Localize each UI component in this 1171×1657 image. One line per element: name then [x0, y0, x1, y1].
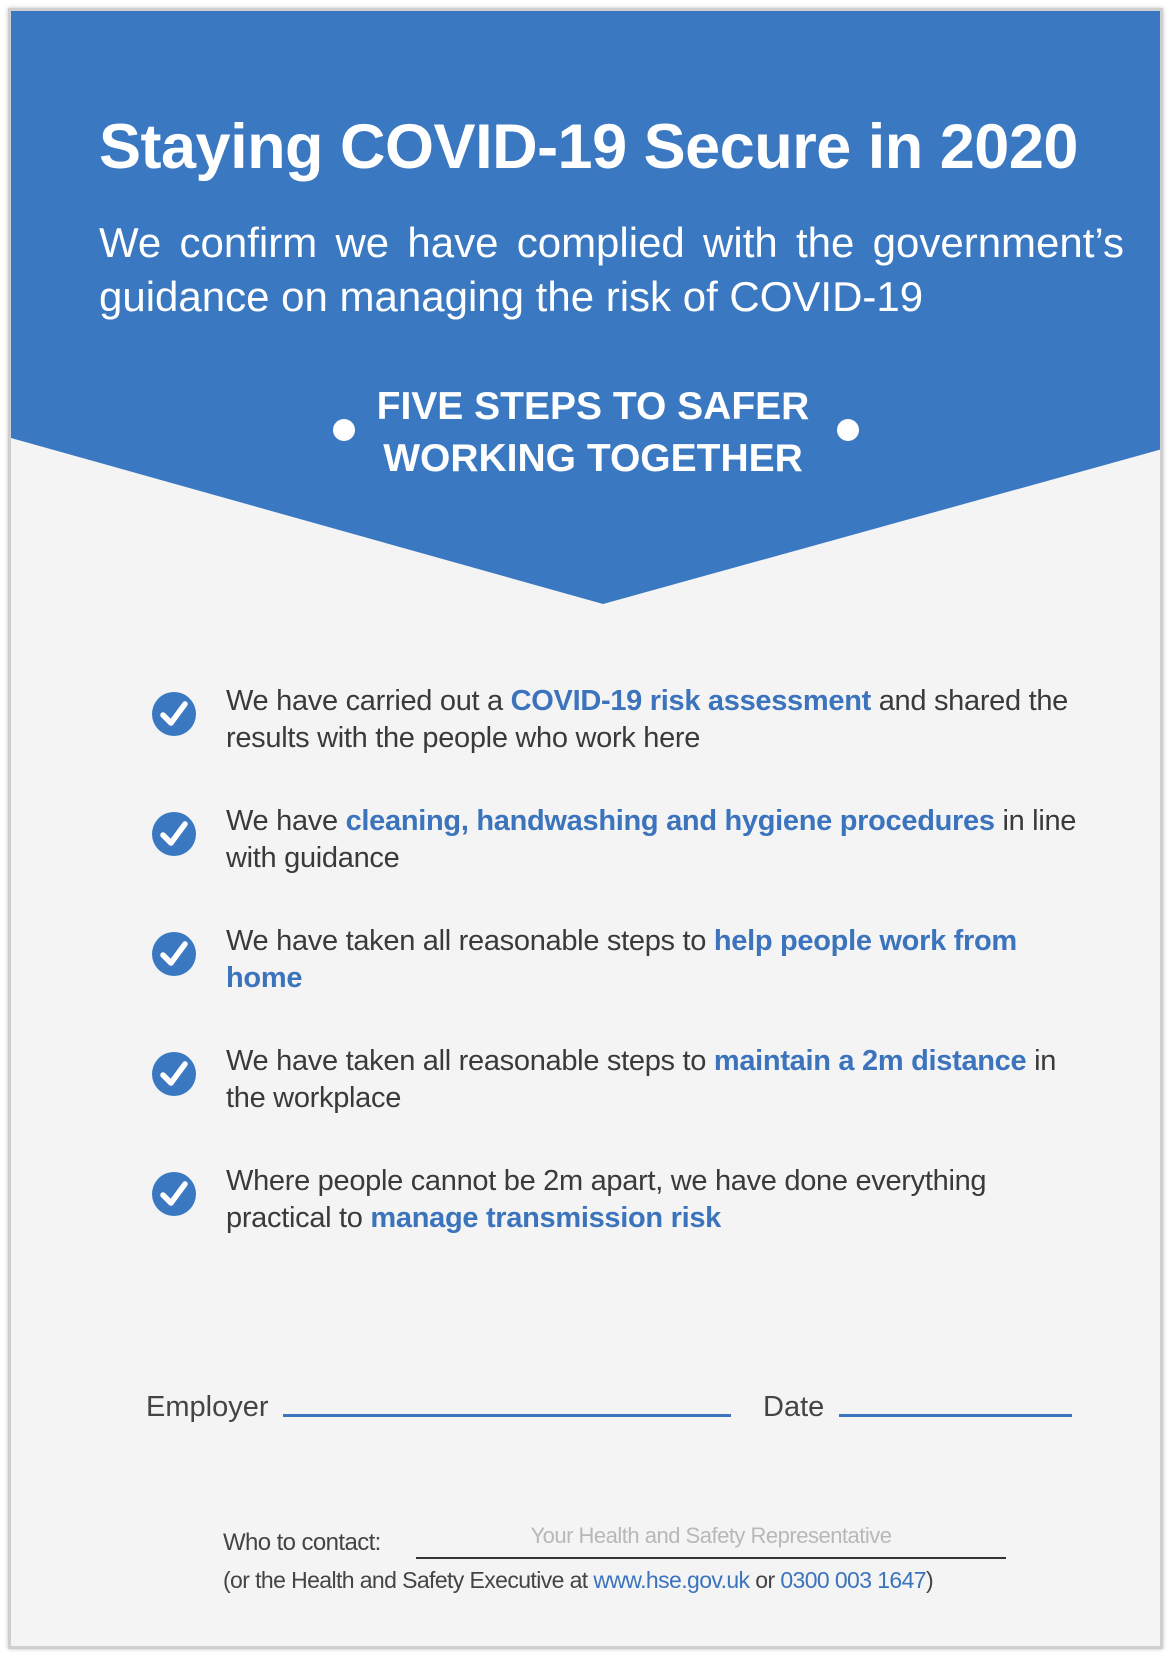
employer-label: Employer	[146, 1391, 269, 1423]
hse-phone-link[interactable]: 0300 003 1647	[780, 1567, 926, 1593]
page-title: Staying COVID-19 Secure in 2020	[99, 112, 1078, 182]
step-text: We have taken all reasonable steps to ma…	[226, 1043, 1086, 1117]
bullet-dot-icon	[333, 419, 355, 441]
step-highlight: COVID-19 risk assessment	[510, 685, 872, 717]
footnote-text: (or the Health and Safety Executive at	[223, 1567, 594, 1593]
page-subtitle: We confirm we have complied with the gov…	[99, 219, 1124, 320]
check-circle-icon	[152, 1172, 196, 1216]
contact-label: Who to contact:	[223, 1529, 381, 1556]
step-text-part: We have carried out a	[226, 685, 511, 717]
step-text: We have taken all reasonable steps to he…	[226, 923, 1086, 997]
step-text: Where people cannot be 2m apart, we have…	[226, 1163, 1086, 1237]
date-label: Date	[763, 1391, 825, 1423]
steps-heading-line2: WORKING TOGETHER	[383, 437, 803, 480]
hse-website-link[interactable]: www.hse.gov.uk	[593, 1567, 750, 1593]
footnote-text: or	[749, 1567, 781, 1593]
contact-field-line[interactable]	[416, 1557, 1006, 1559]
step-highlight: maintain a 2m distance	[713, 1045, 1027, 1077]
check-circle-icon	[152, 1052, 196, 1096]
step-text: We have cleaning, handwashing and hygien…	[226, 803, 1086, 877]
contact-footnote: (or the Health and Safety Executive at w…	[223, 1567, 934, 1594]
bullet-dot-icon	[837, 419, 859, 441]
step-text-part: We have	[226, 805, 346, 837]
step-text-part: We have taken all reasonable steps to	[226, 925, 714, 957]
step-highlight: manage transmission risk	[370, 1202, 722, 1234]
check-circle-icon	[152, 692, 196, 736]
steps-heading: FIVE STEPS TO SAFER WORKING TOGETHER	[313, 381, 873, 485]
footnote-text: )	[926, 1567, 934, 1593]
contact-placeholder: Your Health and Safety Representative	[530, 1523, 892, 1548]
check-circle-icon	[152, 932, 196, 976]
check-circle-icon	[152, 812, 196, 856]
poster: Staying COVID-19 Secure in 2020 We confi…	[8, 8, 1163, 1649]
step-text: We have carried out a COVID-19 risk asse…	[226, 683, 1086, 757]
step-text-part: We have taken all reasonable steps to	[226, 1045, 714, 1077]
date-signature-line[interactable]	[839, 1414, 1072, 1417]
steps-heading-line1: FIVE STEPS TO SAFER	[376, 385, 810, 428]
step-highlight: cleaning, handwashing and hygiene proced…	[345, 805, 995, 837]
employer-signature-line[interactable]	[283, 1414, 731, 1417]
